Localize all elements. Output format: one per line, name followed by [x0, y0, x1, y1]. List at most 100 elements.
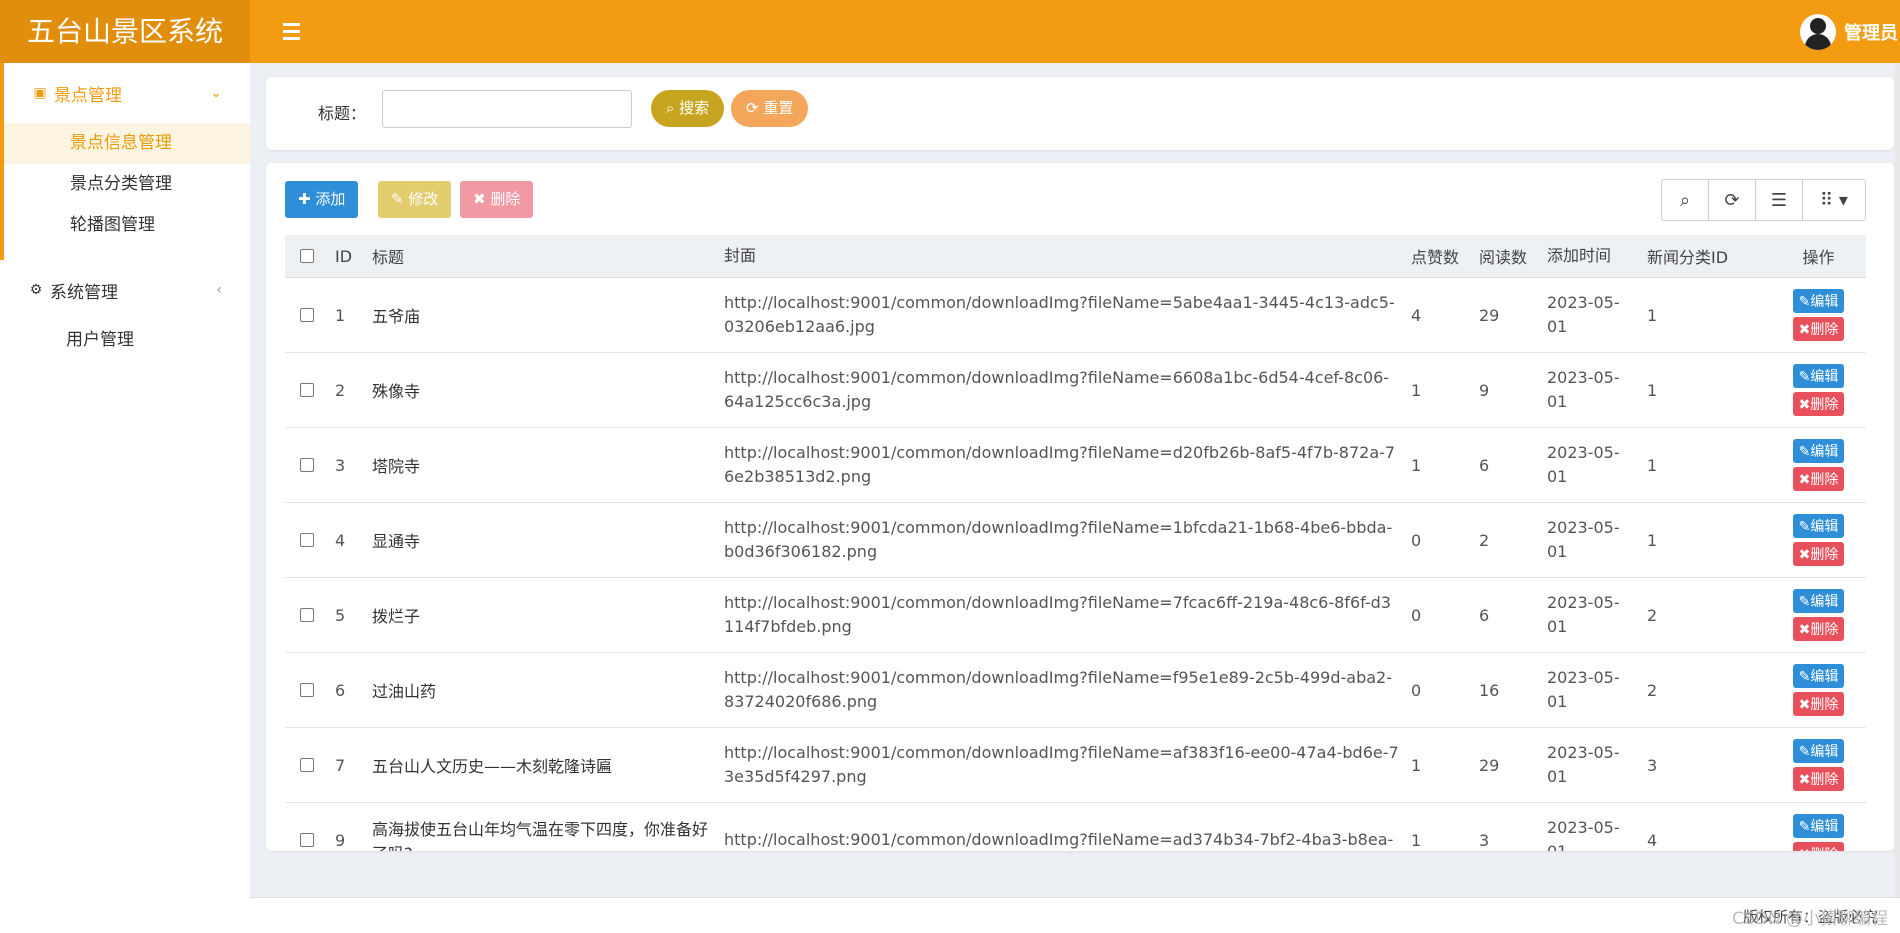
- cube-icon: ▣: [33, 85, 47, 101]
- cell-category: 2: [1647, 605, 1658, 625]
- reset-button[interactable]: ⟳ 重置: [731, 90, 809, 127]
- table-row[interactable]: 4 显通寺 http://localhost:9001/common/downl…: [285, 503, 1866, 578]
- row-delete-button[interactable]: ✖删除: [1792, 767, 1845, 791]
- row-edit-button[interactable]: ✎编辑: [1792, 289, 1845, 313]
- cell-reads: 16: [1479, 680, 1500, 700]
- cell-reads: 29: [1479, 755, 1500, 775]
- table-row[interactable]: 7 五台山人文历史——木刻乾隆诗匾 http://localhost:9001/…: [285, 728, 1866, 803]
- cell-reads: 6: [1479, 605, 1490, 625]
- add-button[interactable]: ✚ 添加: [285, 181, 359, 218]
- cell-title: 五爷庙: [372, 307, 421, 326]
- header-cover[interactable]: 封面: [718, 244, 1405, 268]
- user-name: 管理员: [1844, 22, 1898, 44]
- row-delete-button[interactable]: ✖删除: [1792, 392, 1845, 416]
- row-checkbox[interactable]: [300, 608, 314, 622]
- sidebar-group-label: 景点管理: [54, 85, 122, 106]
- header-reads[interactable]: 阅读数: [1473, 244, 1541, 268]
- header-time[interactable]: 添加时间: [1541, 244, 1641, 268]
- row-checkbox[interactable]: [300, 683, 314, 697]
- cell-time: 2023-05-01: [1547, 743, 1620, 786]
- cell-reads: 3: [1479, 830, 1490, 850]
- table-tools: ⌕ ⟳ ☰ ⠿ ▾: [1661, 179, 1866, 221]
- row-checkbox[interactable]: [300, 458, 314, 472]
- sidebar-group-system-toggle[interactable]: ⚙ 系统管理 ‹: [0, 260, 250, 320]
- row-checkbox[interactable]: [300, 758, 314, 772]
- cell-likes: 4: [1411, 305, 1422, 325]
- list-view-icon[interactable]: ☰: [1756, 180, 1803, 220]
- row-checkbox[interactable]: [300, 308, 314, 322]
- row-edit-button[interactable]: ✎编辑: [1792, 589, 1845, 613]
- table-row[interactable]: 3 塔院寺 http://localhost:9001/common/downl…: [285, 428, 1866, 503]
- edit-button[interactable]: ✎ 修改: [378, 181, 452, 218]
- select-all-checkbox[interactable]: [300, 249, 314, 263]
- header-title[interactable]: 标题: [366, 244, 718, 268]
- table-row[interactable]: 6 过油山药 http://localhost:9001/common/down…: [285, 653, 1866, 728]
- cell-title: 过油山药: [372, 682, 437, 701]
- cell-id: 4: [335, 530, 346, 550]
- app-logo[interactable]: 五台山景区系统: [0, 0, 250, 63]
- row-delete-button[interactable]: ✖删除: [1792, 842, 1845, 851]
- cell-time: 2023-05-01: [1547, 668, 1620, 711]
- cell-likes: 1: [1411, 755, 1422, 775]
- search-button[interactable]: ⌕ 搜索: [651, 90, 725, 127]
- search-panel: 标题： ⌕ 搜索 ⟳ 重置: [266, 77, 1894, 150]
- sidebar-item-carousel[interactable]: 轮播图管理: [4, 205, 250, 246]
- delete-button[interactable]: ✖ 删除: [460, 181, 534, 218]
- header-category[interactable]: 新闻分类ID: [1641, 244, 1771, 268]
- row-delete-button[interactable]: ✖删除: [1792, 542, 1845, 566]
- vertical-scrollbar[interactable]: [1894, 63, 1900, 897]
- row-delete-button[interactable]: ✖删除: [1792, 317, 1845, 341]
- cell-cover: http://localhost:9001/common/downloadImg…: [724, 293, 1395, 336]
- row-edit-button[interactable]: ✎编辑: [1792, 664, 1845, 688]
- row-delete-button[interactable]: ✖删除: [1792, 692, 1845, 716]
- cell-time: 2023-05-01: [1547, 593, 1620, 636]
- cell-cover: http://localhost:9001/common/downloadImg…: [724, 368, 1390, 411]
- row-delete-button[interactable]: ✖删除: [1792, 617, 1845, 641]
- row-delete-button[interactable]: ✖删除: [1792, 467, 1845, 491]
- cell-category: 3: [1647, 755, 1658, 775]
- cell-likes: 0: [1411, 605, 1422, 625]
- cell-cover: http://localhost:9001/common/downloadImg…: [724, 830, 1394, 849]
- cell-category: 2: [1647, 680, 1658, 700]
- cell-cover: http://localhost:9001/common/downloadImg…: [724, 518, 1393, 561]
- cell-reads: 2: [1479, 530, 1490, 550]
- row-checkbox[interactable]: [300, 833, 314, 847]
- main-content: 标题： ⌕ 搜索 ⟳ 重置 ✚ 添加 ✎ 修改 ✖ 删除 ⌕ ⟳ ☰ ⠿ ▾ I…: [250, 63, 1900, 933]
- row-edit-button[interactable]: ✎编辑: [1792, 439, 1845, 463]
- cell-id: 2: [335, 380, 346, 400]
- table-row[interactable]: 2 殊像寺 http://localhost:9001/common/downl…: [285, 353, 1866, 428]
- row-edit-button[interactable]: ✎编辑: [1792, 514, 1845, 538]
- cell-likes: 1: [1411, 830, 1422, 850]
- cell-id: 1: [335, 305, 346, 325]
- row-edit-button[interactable]: ✎编辑: [1792, 364, 1845, 388]
- columns-icon[interactable]: ⠿ ▾: [1803, 180, 1865, 220]
- table-row[interactable]: 5 拨烂子 http://localhost:9001/common/downl…: [285, 578, 1866, 653]
- search-input[interactable]: [382, 90, 632, 128]
- header-likes[interactable]: 点赞数: [1405, 244, 1473, 268]
- header-id[interactable]: ID: [329, 247, 366, 266]
- sidebar-item-scenic-category[interactable]: 景点分类管理: [4, 164, 250, 205]
- row-edit-button[interactable]: ✎编辑: [1792, 814, 1845, 838]
- row-checkbox[interactable]: [300, 533, 314, 547]
- pencil-icon: ✎: [391, 190, 409, 208]
- sidebar-group-scenic-toggle[interactable]: ▣ 景点管理 ⌄: [4, 63, 250, 123]
- cell-id: 3: [335, 455, 346, 475]
- user-menu[interactable]: 管理员: [1800, 0, 1900, 63]
- cell-likes: 0: [1411, 680, 1422, 700]
- row-edit-button[interactable]: ✎编辑: [1792, 739, 1845, 763]
- cell-time: 2023-05-01: [1547, 518, 1620, 561]
- search-toggle-icon[interactable]: ⌕: [1662, 180, 1709, 220]
- cell-cover: http://localhost:9001/common/downloadImg…: [724, 743, 1399, 786]
- cell-time: 2023-05-01: [1547, 818, 1620, 851]
- table-row[interactable]: 1 五爷庙 http://localhost:9001/common/downl…: [285, 278, 1866, 353]
- menu-toggle-icon[interactable]: [270, 0, 312, 63]
- refresh-icon[interactable]: ⟳: [1709, 180, 1756, 220]
- cell-category: 1: [1647, 530, 1658, 550]
- chevron-left-icon: ‹: [216, 282, 222, 298]
- sidebar-item-scenic-info[interactable]: 景点信息管理: [4, 123, 250, 164]
- cell-title: 高海拔使五台山年均气温在零下四度，你准备好了吗?: [372, 820, 709, 851]
- row-checkbox[interactable]: [300, 383, 314, 397]
- cell-title: 显通寺: [372, 532, 421, 551]
- table-row[interactable]: 9 高海拔使五台山年均气温在零下四度，你准备好了吗? http://localh…: [285, 803, 1866, 851]
- sidebar-item-users[interactable]: 用户管理: [0, 320, 250, 361]
